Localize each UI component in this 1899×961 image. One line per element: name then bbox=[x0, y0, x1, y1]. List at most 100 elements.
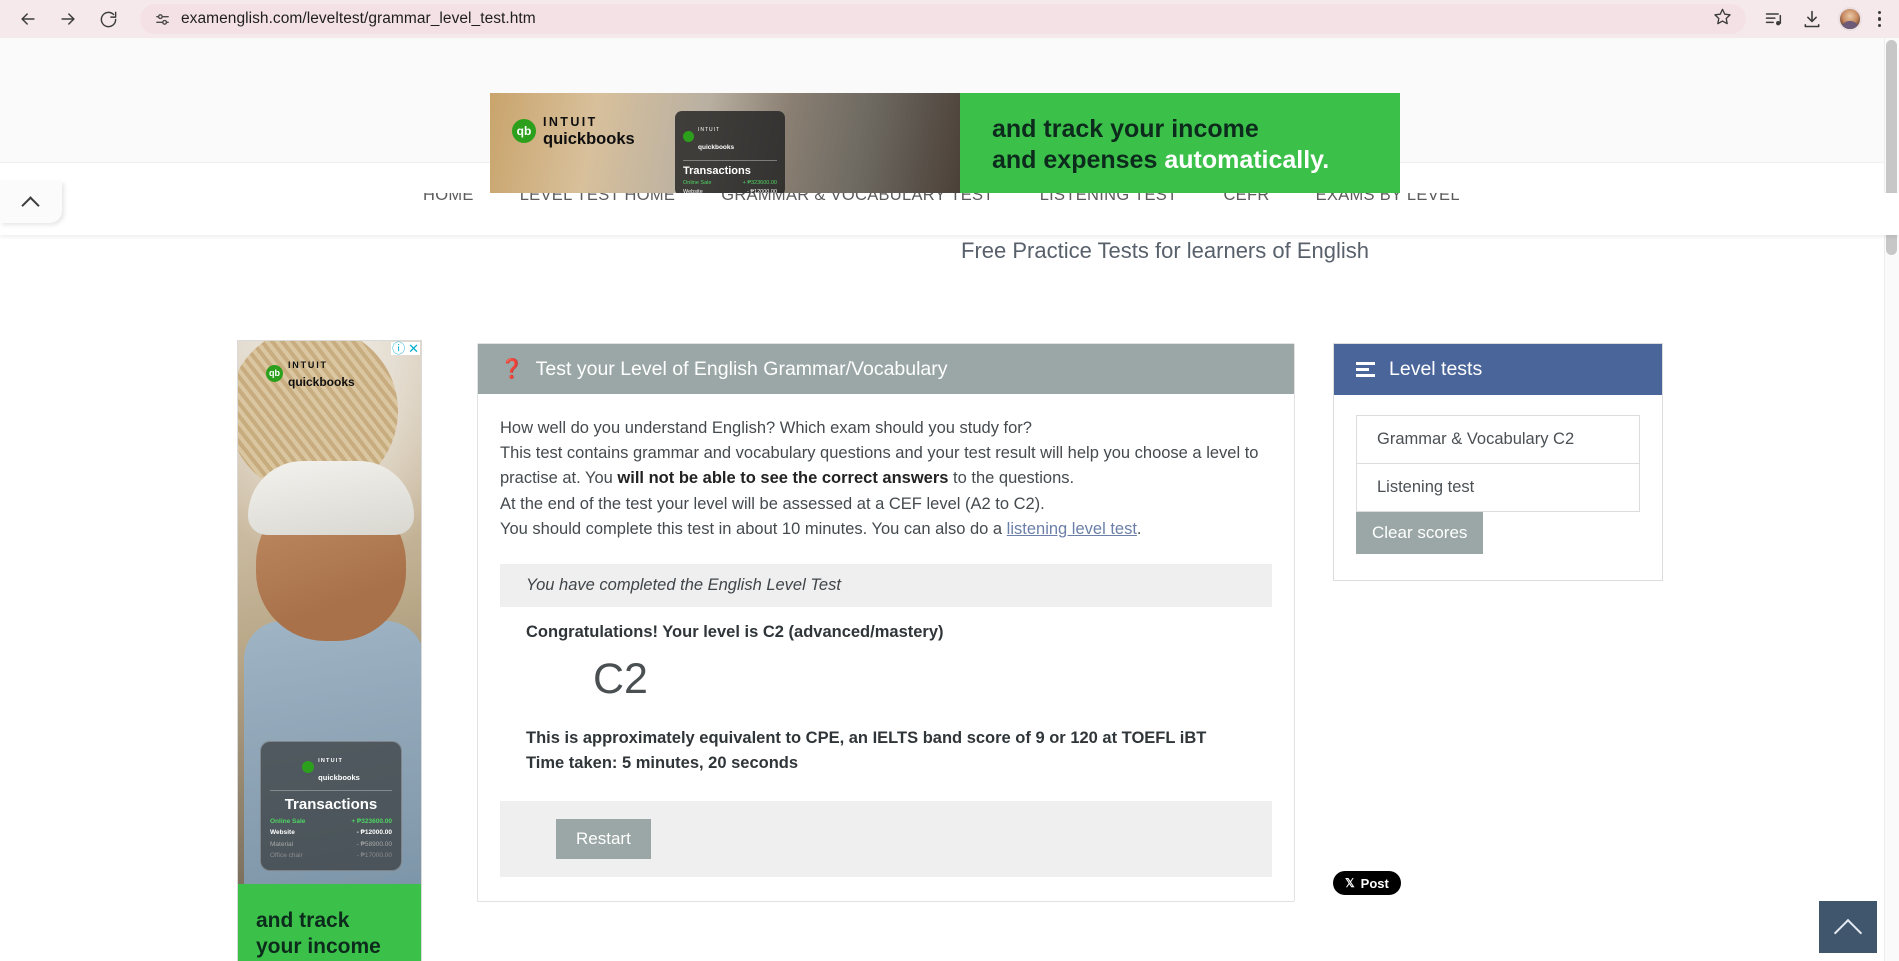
bookmark-star-icon[interactable] bbox=[1713, 7, 1732, 31]
phone-row-label: Online Sale bbox=[683, 180, 712, 186]
intro-4-part-a: You should complete this test in about 1… bbox=[500, 519, 1007, 538]
ad-brand-line2: quickbooks bbox=[543, 130, 635, 148]
sidebar-score-list: Grammar & Vocabulary C2 Listening test bbox=[1356, 415, 1640, 512]
intro-paragraph-2: This test contains grammar and vocabular… bbox=[500, 441, 1272, 491]
transaction-value: - ₱58900.00 bbox=[356, 840, 392, 848]
level-tests-sidebar: Level tests Grammar & Vocabulary C2 List… bbox=[1333, 343, 1663, 581]
top-ad-headline-2b: automatically. bbox=[1164, 145, 1330, 174]
left-ad-headline-2: your income bbox=[256, 934, 381, 958]
intro-paragraph-3: At the end of the test your level will b… bbox=[500, 494, 1045, 513]
forward-button[interactable] bbox=[50, 1, 86, 37]
ad-brand-line1: INTUIT bbox=[543, 115, 598, 129]
card-body: How well do you understand English? Whic… bbox=[478, 394, 1294, 878]
x-logo-icon: 𝕏 bbox=[1345, 876, 1355, 890]
equivalence-text: This is approximately equivalent to CPE,… bbox=[526, 729, 1207, 748]
phone-row-value: + ₱323600.00 bbox=[742, 180, 777, 186]
person-cap bbox=[248, 461, 414, 535]
transaction-value: - ₱17000.00 bbox=[356, 852, 392, 859]
toolbar-icons bbox=[1756, 1, 1890, 37]
site-settings-icon[interactable] bbox=[154, 11, 171, 28]
transaction-row: Website - ₱12000.00 bbox=[270, 829, 392, 836]
card-logo: INTUIT quickbooks bbox=[270, 749, 392, 785]
nav-item-grammar-vocabulary-test[interactable]: GRAMMAR & VOCABULARY TEST bbox=[698, 193, 1016, 210]
nav-item-cefr[interactable]: CEFR bbox=[1200, 193, 1292, 210]
transaction-row: Office chair - ₱17000.00 bbox=[270, 852, 392, 859]
quickbooks-mark-icon bbox=[302, 761, 315, 773]
transaction-label: Website bbox=[270, 829, 295, 836]
restart-button[interactable]: Restart bbox=[556, 819, 651, 860]
transaction-label: Material bbox=[270, 840, 294, 848]
ad-phone-mock: INTUIT quickbooks Transactions Online Sa… bbox=[675, 111, 785, 196]
ad-close-icon[interactable]: ✕ bbox=[408, 342, 419, 355]
top-leaderboard-ad[interactable]: ⓘ ✕ INTUIT quickbooks INTUIT bbox=[490, 93, 1400, 196]
top-ad-headline-1: and track your income bbox=[992, 115, 1259, 143]
downloads-icon[interactable] bbox=[1794, 1, 1830, 37]
question-mark-icon: ❓ bbox=[500, 359, 524, 380]
nav-item-listening-test[interactable]: LISTENING TEST bbox=[1017, 193, 1201, 210]
profile-avatar[interactable] bbox=[1832, 1, 1868, 37]
left-ad-brand-line1: INTUIT bbox=[288, 360, 328, 370]
media-playlist-icon[interactable] bbox=[1756, 1, 1792, 37]
intro-4-part-b: . bbox=[1136, 519, 1142, 538]
address-bar[interactable]: examenglish.com/leveltest/grammar_level_… bbox=[140, 4, 1746, 34]
intro-paragraph-1: How well do you understand English? Whic… bbox=[500, 419, 1032, 437]
card-brand-line2: quickbooks bbox=[318, 773, 360, 782]
sidebar-body: Grammar & Vocabulary C2 Listening test C… bbox=[1334, 395, 1662, 580]
restart-bar: Restart bbox=[500, 801, 1272, 878]
transaction-row: Online Sale + ₱323600.00 bbox=[270, 818, 392, 825]
avatar bbox=[1837, 7, 1862, 31]
sidebar-item-listening-test[interactable]: Listening test bbox=[1357, 463, 1639, 511]
transaction-label: Online Sale bbox=[270, 817, 306, 825]
clear-scores-button[interactable]: Clear scores bbox=[1356, 512, 1484, 554]
chevron-up-icon bbox=[23, 194, 39, 210]
listening-level-test-link[interactable]: listening level test bbox=[1007, 520, 1137, 538]
quickbooks-logo: INTUIT quickbooks bbox=[512, 113, 635, 149]
ad-info-icon[interactable]: ⓘ bbox=[392, 342, 405, 355]
browser-menu-icon[interactable] bbox=[1870, 10, 1890, 28]
phone-panel-title: Transactions bbox=[683, 160, 777, 177]
phone-logo: INTUIT quickbooks bbox=[683, 118, 777, 154]
transaction-value: - ₱12000.00 bbox=[356, 829, 392, 836]
intro-paragraph-4: You should complete this test in about 1… bbox=[500, 517, 1272, 542]
transaction-value: + ₱323600.00 bbox=[351, 817, 392, 825]
sidebar-header: Level tests bbox=[1334, 344, 1662, 395]
transactions-title: Transactions bbox=[270, 790, 392, 813]
reload-button[interactable] bbox=[90, 1, 126, 37]
nav-item-home[interactable]: HOME bbox=[400, 193, 497, 210]
site-tagline: Free Practice Tests for learners of Engl… bbox=[961, 238, 1369, 263]
quickbooks-mark-icon bbox=[512, 119, 536, 143]
scroll-to-top-button[interactable] bbox=[1819, 901, 1877, 953]
nav-item-level-test-home[interactable]: LEVEL TEST HOME bbox=[497, 193, 699, 210]
sidebar-item-grammar-vocabulary[interactable]: Grammar & Vocabulary C2 bbox=[1357, 416, 1639, 463]
card-header: ❓ Test your Level of English Grammar/Voc… bbox=[478, 344, 1294, 394]
phone-brand-line1: INTUIT bbox=[698, 127, 721, 133]
quickbooks-logo: INTUIT quickbooks bbox=[266, 355, 355, 391]
quickbooks-mark-icon bbox=[683, 130, 694, 142]
transaction-label: Office chair bbox=[270, 852, 303, 859]
nav-collapse-button[interactable] bbox=[0, 181, 62, 223]
level-test-card: ❓ Test your Level of English Grammar/Voc… bbox=[477, 343, 1295, 903]
page-scrollbar[interactable] bbox=[1884, 38, 1899, 961]
phone-brand-line2: quickbooks bbox=[698, 144, 735, 151]
result-heading: You have completed the English Level Tes… bbox=[500, 564, 1272, 608]
top-ad-region: ⓘ ✕ INTUIT quickbooks INTUIT bbox=[0, 38, 1899, 196]
left-ad-transactions-card: INTUIT quickbooks Transactions Online Sa… bbox=[260, 741, 402, 871]
top-ad-copy: and track your income and expenses autom… bbox=[960, 93, 1400, 196]
browser-toolbar: examenglish.com/leveltest/grammar_level_… bbox=[0, 0, 1899, 38]
left-skyscraper-ad[interactable]: ⓘ ✕ INTUIT quickbooks IN bbox=[237, 340, 422, 961]
page-viewport: ⓘ ✕ INTUIT quickbooks INTUIT bbox=[0, 38, 1899, 961]
nav-item-exams-by-level[interactable]: EXAMS BY LEVEL bbox=[1293, 193, 1483, 210]
phone-row: Online Sale + ₱323600.00 bbox=[683, 180, 777, 186]
left-ad-brand-line2: quickbooks bbox=[288, 375, 355, 389]
left-ad-headline-1: and track bbox=[256, 909, 350, 932]
card-brand-line1: INTUIT bbox=[318, 758, 344, 764]
left-ad-copy: and track your income bbox=[238, 884, 421, 961]
left-ad-controls: ⓘ ✕ bbox=[391, 342, 420, 355]
x-post-button[interactable]: 𝕏 Post bbox=[1333, 871, 1401, 895]
intro-2-bold: will not be able to see the correct answ… bbox=[617, 469, 949, 488]
top-ad-headline-2a: and expenses bbox=[992, 145, 1165, 174]
list-icon bbox=[1356, 362, 1375, 377]
transaction-row: Material - ₱58900.00 bbox=[270, 841, 392, 848]
card-title: Test your Level of English Grammar/Vocab… bbox=[535, 357, 948, 380]
back-button[interactable] bbox=[10, 1, 46, 37]
